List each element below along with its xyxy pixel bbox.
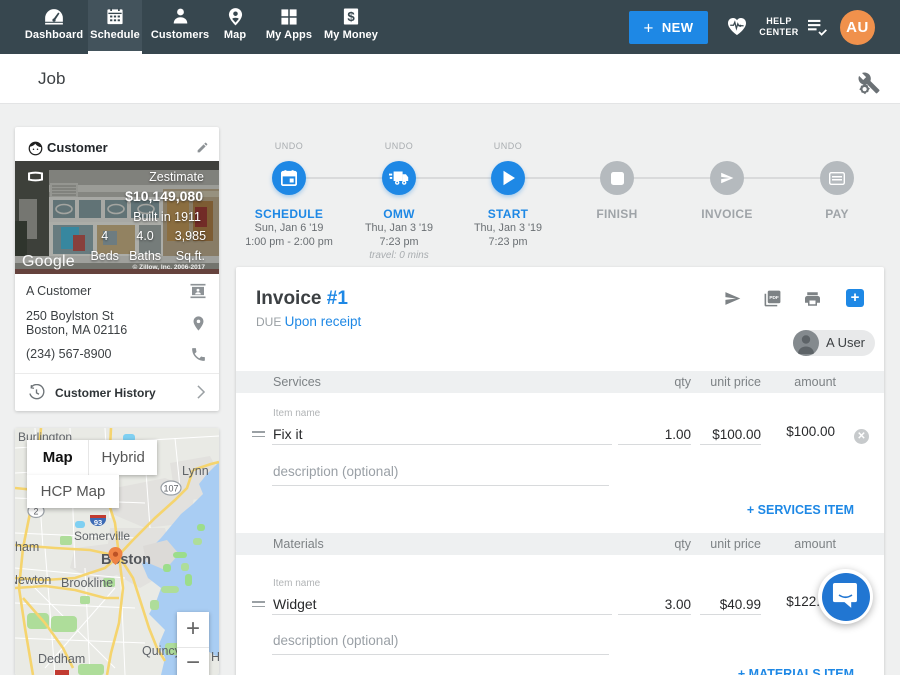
svg-text:Hi: Hi	[211, 650, 219, 664]
svg-text:93: 93	[94, 518, 102, 527]
svg-text:PDF: PDF	[769, 295, 779, 301]
svg-text:$: $	[347, 9, 355, 24]
svg-text:Brookline: Brookline	[61, 576, 113, 590]
svg-text:Newton: Newton	[15, 573, 51, 587]
svg-text:2: 2	[33, 507, 38, 517]
svg-text:Somerville: Somerville	[74, 529, 130, 543]
svg-text:Lynn: Lynn	[182, 464, 209, 478]
svg-text:Boston: Boston	[101, 552, 151, 568]
svg-text:Quincy: Quincy	[142, 644, 182, 658]
svg-text:Dedham: Dedham	[38, 652, 85, 666]
svg-text:ham: ham	[15, 540, 39, 554]
svg-text:107: 107	[163, 484, 178, 494]
